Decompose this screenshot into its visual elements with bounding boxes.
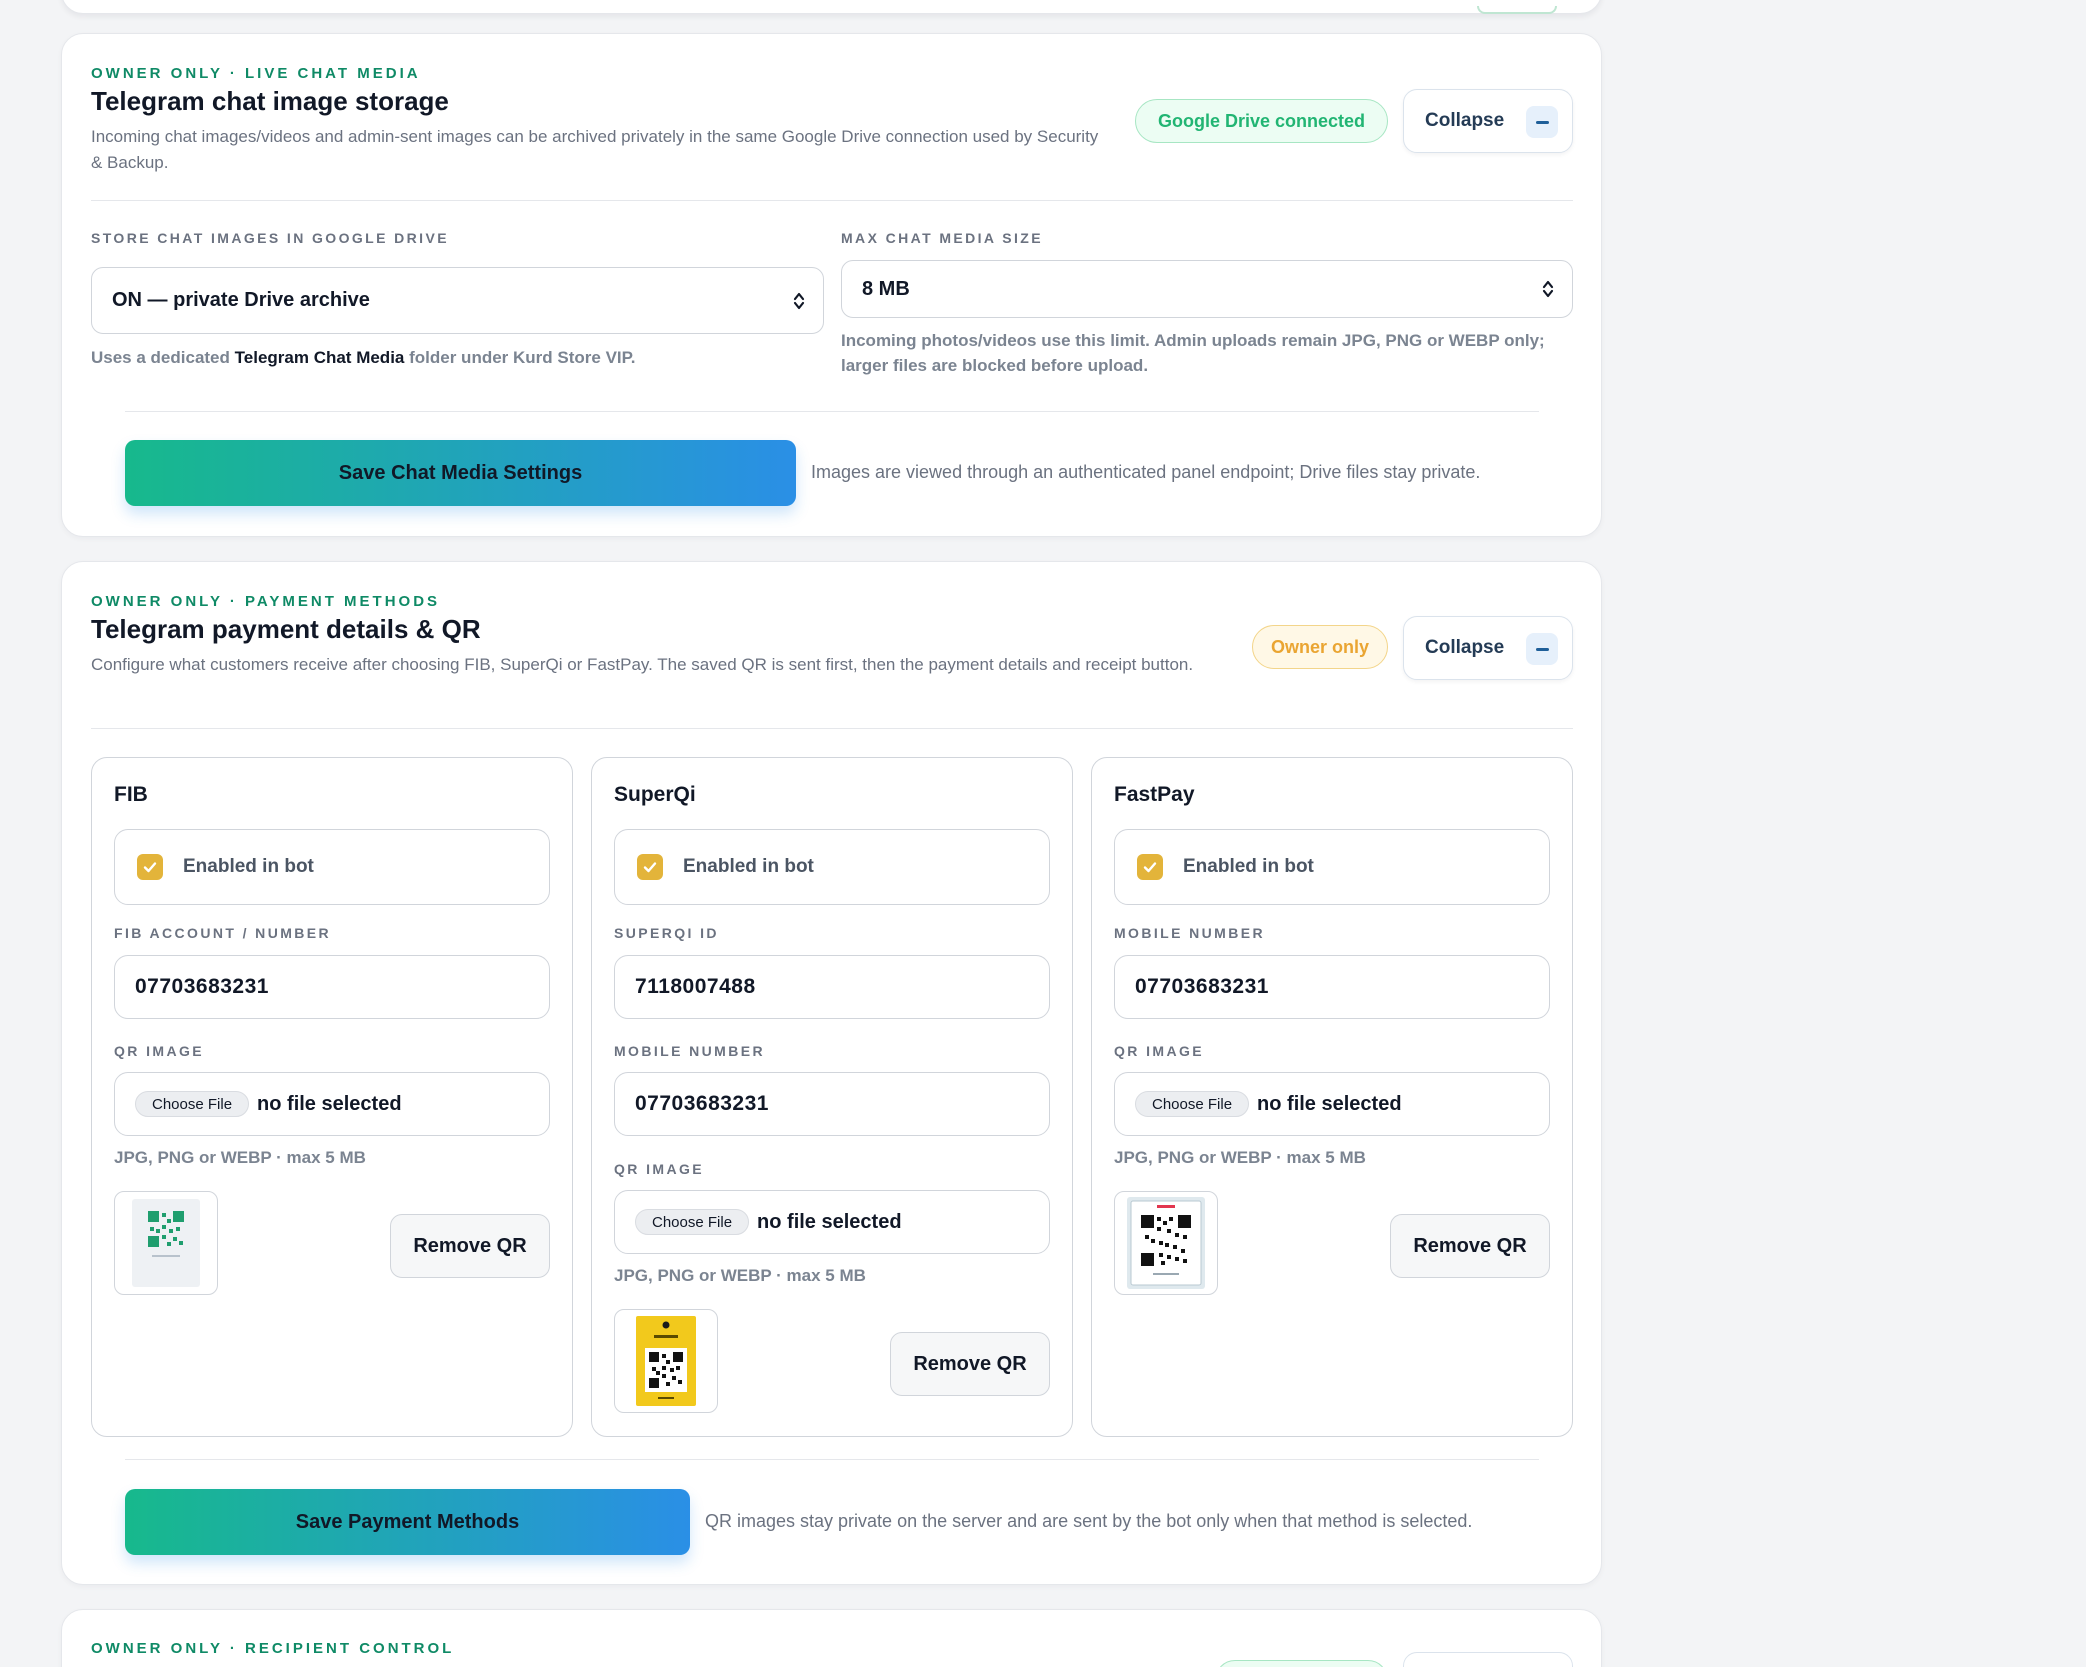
qr-thumbnail: [114, 1191, 218, 1295]
fib-qr-image: [132, 1199, 200, 1287]
payment-header-divider: [91, 728, 1573, 729]
chat-media-header-divider: [91, 200, 1573, 201]
save-chat-media-button[interactable]: Save Chat Media Settings: [125, 440, 796, 506]
chat-media-card: OWNER ONLY · LIVE CHAT MEDIA Telegram ch…: [61, 33, 1602, 537]
qr-image-label: QR IMAGE: [114, 1043, 204, 1059]
method-card-fastpay: FastPay Enabled in bot MOBILE NUMBER 077…: [1091, 757, 1573, 1437]
payment-methods-card: OWNER ONLY · PAYMENT METHODS Telegram pa…: [61, 561, 1602, 1585]
choose-file-button[interactable]: Choose File: [635, 1209, 750, 1235]
check-icon[interactable]: [1137, 854, 1163, 880]
chat-media-title: Telegram chat image storage: [91, 86, 449, 116]
mobile-number-input[interactable]: 07703683231: [1114, 955, 1550, 1019]
mobile-number-label: MOBILE NUMBER: [1114, 925, 1265, 941]
payment-save-note: QR images stay private on the server and…: [705, 1511, 1473, 1531]
method-name: FastPay: [1114, 783, 1195, 806]
payment-eyebrow: OWNER ONLY · PAYMENT METHODS: [91, 593, 441, 610]
check-icon[interactable]: [137, 854, 163, 880]
qr-image-label: QR IMAGE: [1114, 1043, 1204, 1059]
qr-file-input[interactable]: Choose File no file selected: [614, 1190, 1050, 1254]
enabled-toggle[interactable]: Enabled in bot: [114, 829, 550, 905]
select-arrows-icon: [1542, 280, 1554, 298]
enabled-label: Enabled in bot: [683, 856, 814, 877]
qr-file-input[interactable]: Choose File no file selected: [114, 1072, 550, 1136]
store-hint-folder: Telegram Chat Media: [234, 348, 405, 367]
store-hint-suffix: folder under Kurd Store VIP.: [409, 348, 636, 367]
mobile-number-input[interactable]: 07703683231: [614, 1072, 1050, 1136]
store-hint-prefix: Uses a dedicated: [91, 348, 230, 367]
qr-file-input[interactable]: Choose File no file selected: [1114, 1072, 1550, 1136]
superqi-id-label: SUPERQI ID: [614, 925, 719, 941]
max-media-size-label: MAX CHAT MEDIA SIZE: [841, 230, 1043, 246]
qr-thumbnail: [1114, 1191, 1218, 1295]
no-file-text: no file selected: [757, 1210, 902, 1233]
max-media-size-select[interactable]: 8 MB: [841, 260, 1573, 318]
method-card-fib: FIB Enabled in bot FIB ACCOUNT / NUMBER …: [91, 757, 573, 1437]
minus-icon: [1526, 633, 1558, 665]
no-file-text: no file selected: [257, 1092, 402, 1115]
method-card-superqi: SuperQi Enabled in bot SUPERQI ID 711800…: [591, 757, 1073, 1437]
chat-media-collapse-button[interactable]: Collapse: [1403, 89, 1573, 153]
previous-section-button-edge: [1477, 6, 1557, 14]
method-name: FIB: [114, 783, 148, 806]
superqi-qr-image: [636, 1316, 696, 1406]
enabled-label: Enabled in bot: [1183, 856, 1314, 877]
max-media-size-hint: Incoming photos/videos use this limit. A…: [841, 331, 1545, 375]
collapse-label: Collapse: [1425, 637, 1505, 658]
enabled-toggle[interactable]: Enabled in bot: [1114, 829, 1550, 905]
remove-qr-button[interactable]: Remove QR: [890, 1332, 1050, 1396]
enabled-label: Enabled in bot: [183, 856, 314, 877]
choose-file-button[interactable]: Choose File: [1135, 1091, 1250, 1117]
chat-media-eyebrow: OWNER ONLY · LIVE CHAT MEDIA: [91, 65, 421, 82]
remove-qr-button[interactable]: Remove QR: [1390, 1214, 1550, 1278]
mobile-number-label: MOBILE NUMBER: [614, 1043, 765, 1059]
payment-collapse-button[interactable]: Collapse: [1403, 616, 1573, 680]
file-hint: JPG, PNG or WEBP · max 5 MB: [614, 1266, 866, 1285]
drive-connected-badge: Google Drive connected: [1135, 99, 1388, 143]
store-images-select[interactable]: ON — private Drive archive: [91, 267, 824, 334]
chat-media-save-note: Images are viewed through an authenticat…: [811, 462, 1481, 482]
owner-only-badge: Owner only: [1252, 625, 1388, 669]
recipient-status-badge: [1215, 1660, 1388, 1667]
fastpay-qr-image: [1127, 1197, 1205, 1289]
remove-qr-button[interactable]: Remove QR: [390, 1214, 550, 1278]
payment-title: Telegram payment details & QR: [91, 614, 481, 644]
payment-footer-divider: [125, 1459, 1539, 1460]
qr-image-label: QR IMAGE: [614, 1161, 704, 1177]
choose-file-button[interactable]: Choose File: [135, 1091, 250, 1117]
account-number-input[interactable]: 07703683231: [114, 955, 550, 1019]
account-number-label: FIB ACCOUNT / NUMBER: [114, 925, 332, 941]
select-arrows-icon: [793, 292, 805, 309]
collapse-label: Collapse: [1425, 110, 1505, 131]
save-payment-methods-button[interactable]: Save Payment Methods: [125, 1489, 690, 1555]
chat-media-footer-divider: [125, 411, 1539, 412]
previous-section-card: [61, 0, 1602, 14]
recipient-eyebrow: OWNER ONLY · RECIPIENT CONTROL: [91, 1640, 455, 1657]
no-file-text: no file selected: [1257, 1092, 1402, 1115]
max-media-size-value: 8 MB: [862, 277, 910, 300]
store-images-hint: Uses a dedicated Telegram Chat Media fol…: [91, 345, 824, 370]
enabled-toggle[interactable]: Enabled in bot: [614, 829, 1050, 905]
chat-media-description: Incoming chat images/videos and admin-se…: [91, 127, 1099, 172]
file-hint: JPG, PNG or WEBP · max 5 MB: [114, 1148, 366, 1167]
qr-thumbnail: [614, 1309, 718, 1413]
method-name: SuperQi: [614, 783, 696, 806]
store-images-value: ON — private Drive archive: [112, 289, 370, 311]
check-icon[interactable]: [637, 854, 663, 880]
recipient-collapse-button[interactable]: [1403, 1652, 1573, 1667]
minus-icon: [1526, 106, 1558, 138]
payment-description: Configure what customers receive after c…: [91, 655, 1194, 674]
file-hint: JPG, PNG or WEBP · max 5 MB: [1114, 1148, 1366, 1167]
superqi-id-input[interactable]: 7118007488: [614, 955, 1050, 1019]
store-images-label: STORE CHAT IMAGES IN GOOGLE DRIVE: [91, 230, 449, 246]
recipient-control-card: OWNER ONLY · RECIPIENT CONTROL: [61, 1609, 1602, 1667]
